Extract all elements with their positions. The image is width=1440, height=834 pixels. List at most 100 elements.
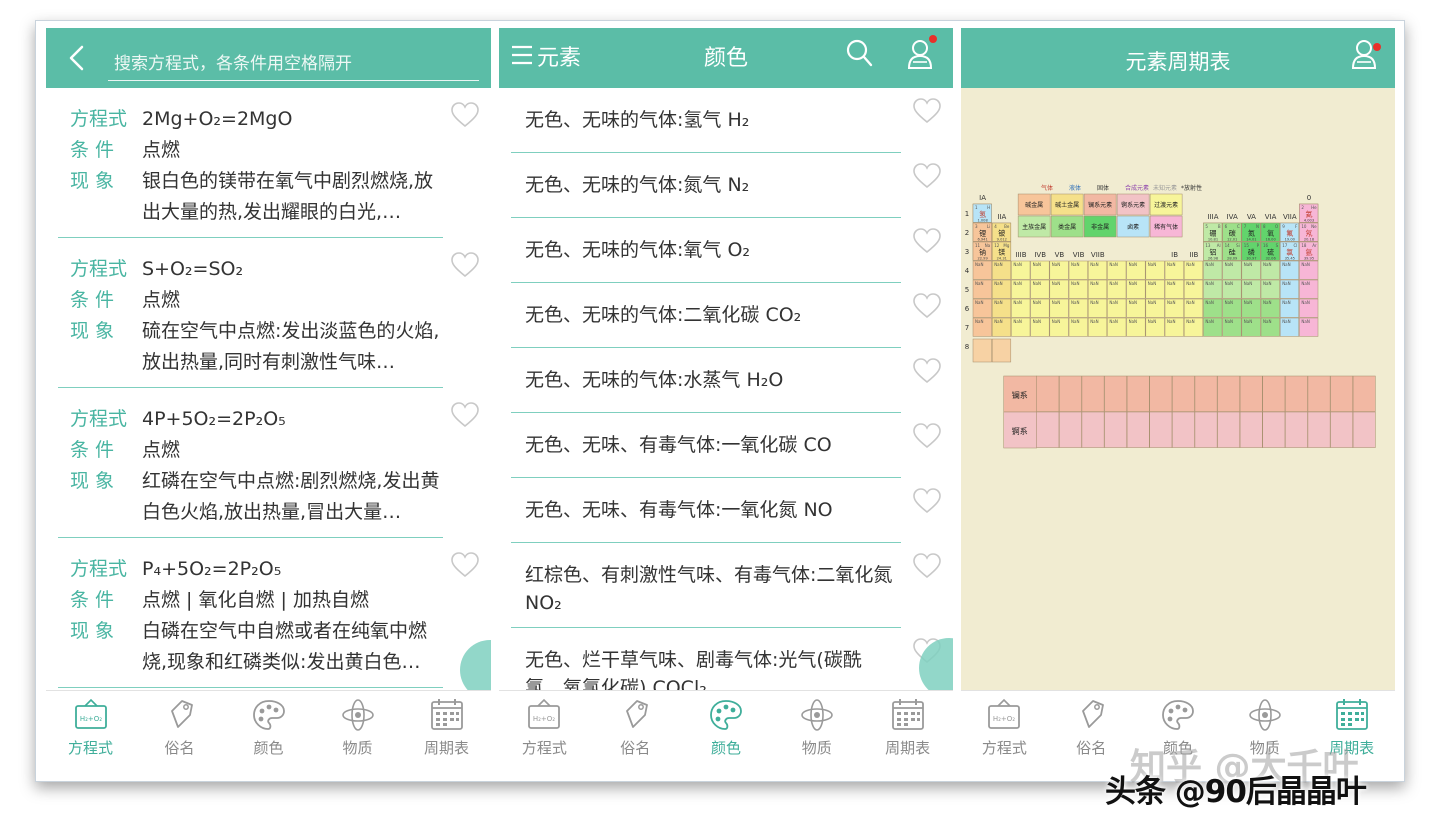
list-item[interactable]: 方程式 P₄+5O₂=2P₂O₅ 条 件 点燃 | 氧化自燃 | 加热自燃现 象 白磷在…: [46, 538, 491, 688]
element-cell[interactable]: [1352, 375, 1376, 412]
element-number: NaN: [1090, 281, 1098, 286]
favorite-heart-icon[interactable]: [913, 553, 941, 579]
element-cell[interactable]: [1262, 411, 1286, 448]
element-cell[interactable]: [1307, 411, 1331, 448]
tab-periodic-table[interactable]: 周期表: [402, 691, 491, 770]
list-item[interactable]: 方程式 4P+5O₂=2P₂O₅ 条 件 点燃现 象 红磷在空气中点燃:剧烈燃烧,发出黄…: [46, 388, 491, 538]
element-number: NaN: [1244, 281, 1252, 286]
group-label: VIIA: [1283, 213, 1297, 221]
element-number: NaN: [1109, 262, 1117, 267]
back-arrow-icon[interactable]: [66, 44, 88, 72]
tab-common-name[interactable]: 俗名: [590, 691, 681, 770]
element-number: NaN: [1167, 300, 1175, 305]
element-name: 氢: [979, 210, 986, 219]
element-cell[interactable]: [1217, 411, 1240, 448]
element-cell[interactable]: [991, 338, 1012, 363]
list-item[interactable]: 无色、无味的气体:二氧化碳 CO₂: [499, 283, 953, 348]
favorite-heart-icon[interactable]: [913, 228, 941, 254]
element-cell[interactable]: [1149, 411, 1173, 448]
favorite-heart-icon[interactable]: [913, 163, 941, 189]
color-panel: 元素 颜色 无色、无味的气体:氢气 H₂ 无色、无味的气体:氮气 N₂ 无色、无味的…: [499, 28, 953, 770]
element-cell[interactable]: [1285, 375, 1308, 412]
element-cell[interactable]: [1172, 375, 1195, 412]
element-cell[interactable]: [972, 338, 992, 363]
element-cell[interactable]: [1307, 375, 1331, 412]
element-cell[interactable]: [1104, 411, 1127, 448]
list-item[interactable]: 无色、无味的气体:氢气 H₂: [499, 88, 953, 153]
user-icon[interactable]: [905, 38, 935, 70]
favorite-heart-icon[interactable]: [913, 423, 941, 449]
list-item[interactable]: 方程式 S+O₂=SO₂ 条 件 点燃现 象 硫在空气中点燃:发出淡蓝色的火焰,放出热量…: [46, 238, 491, 388]
element-cell[interactable]: [1059, 411, 1082, 448]
tab-bar: H₂+O₂ 方程式 俗名 颜色 物质 周期表: [46, 690, 491, 770]
periodic-table-tab-icon: [890, 697, 926, 733]
list-item[interactable]: 无色、无味的气体:氮气 N₂: [499, 153, 953, 218]
favorite-heart-icon[interactable]: [913, 358, 941, 384]
list-item[interactable]: 无色、无味、有毒气体:一氧化碳 CO: [499, 413, 953, 478]
element-number: NaN: [1109, 319, 1117, 324]
element-number: NaN: [1167, 262, 1175, 267]
element-cell[interactable]: [1126, 411, 1150, 448]
periodic-table-tab-icon: [1334, 697, 1370, 733]
element-cell[interactable]: [1104, 375, 1127, 412]
list-item[interactable]: 无色、无味的气体:氧气 O₂: [499, 218, 953, 283]
list-item[interactable]: 无色、无味、有毒气体:一氧化氮 NO: [499, 478, 953, 543]
tab-periodic-table[interactable]: 周期表: [862, 691, 953, 770]
element-cell[interactable]: [1352, 411, 1376, 448]
favorite-heart-icon[interactable]: [451, 552, 479, 578]
element-cell[interactable]: [1036, 411, 1060, 448]
tab-color[interactable]: 颜色: [681, 691, 772, 770]
common-name-tab-icon: [617, 697, 653, 733]
element-number: NaN: [1052, 300, 1060, 305]
favorite-heart-icon[interactable]: [913, 488, 941, 514]
favorite-heart-icon[interactable]: [913, 293, 941, 319]
favorite-heart-icon[interactable]: [451, 402, 479, 428]
search-icon[interactable]: [845, 38, 873, 68]
tab-substance[interactable]: 物质: [771, 691, 862, 770]
element-number: NaN: [1013, 262, 1021, 267]
list-item[interactable]: 无色、无味的气体:水蒸气 H₂O: [499, 348, 953, 413]
search-input[interactable]: 搜索方程式，各条件用空格隔开: [114, 49, 352, 74]
element-cell[interactable]: [1217, 375, 1240, 412]
element-cell[interactable]: [1330, 411, 1353, 448]
tab-equation[interactable]: H₂+O₂ 方程式: [961, 691, 1048, 770]
element-cell[interactable]: [1081, 375, 1105, 412]
element-cell[interactable]: [1194, 375, 1218, 412]
element-number: NaN: [1148, 281, 1156, 286]
state-legend-label: 未知元素: [1153, 184, 1177, 192]
element-cell[interactable]: [1239, 375, 1263, 412]
element-symbol: C: [1237, 224, 1240, 229]
period-label: 1: [965, 210, 969, 218]
favorite-heart-icon[interactable]: [451, 252, 479, 278]
element-cell[interactable]: [1285, 411, 1308, 448]
tab-common-name[interactable]: 俗名: [1048, 691, 1135, 770]
element-cell[interactable]: [1126, 375, 1150, 412]
element-number: NaN: [1244, 262, 1252, 267]
list-item[interactable]: 红棕色、有刺激性气味、有毒气体:二氧化氮 NO₂: [499, 543, 953, 628]
category-legend-label: 卤素: [1127, 223, 1139, 231]
element-number: NaN: [1186, 300, 1194, 305]
element-cell[interactable]: [1081, 411, 1105, 448]
element-cell[interactable]: [1330, 375, 1353, 412]
element-cell[interactable]: [1262, 375, 1286, 412]
favorite-heart-icon[interactable]: [913, 98, 941, 124]
element-cell[interactable]: [1149, 375, 1173, 412]
element-cell[interactable]: [1059, 375, 1082, 412]
tab-color[interactable]: 颜色: [224, 691, 313, 770]
list-item[interactable]: 方程式 2Mg+O₂=2MgO 条 件 点燃现 象 银白色的镁带在氧气中剧烈燃烧,放出大…: [46, 88, 491, 238]
element-name: 氩: [1306, 248, 1313, 257]
tab-common-name[interactable]: 俗名: [135, 691, 224, 770]
element-cell[interactable]: [1194, 411, 1218, 448]
tab-equation[interactable]: H₂+O₂ 方程式: [499, 691, 590, 770]
element-cell[interactable]: [1172, 411, 1195, 448]
element-number: NaN: [1225, 319, 1233, 324]
tab-equation[interactable]: H₂+O₂ 方程式: [46, 691, 135, 770]
svg-text:H₂+O₂: H₂+O₂: [993, 715, 1015, 723]
element-cell[interactable]: [1036, 375, 1060, 412]
element-number: NaN: [975, 262, 983, 267]
periodic-table[interactable]: NaN NaN NaN NaN NaN NaN NaN NaN NaN NaN NaN NaN NaN N…: [961, 88, 1395, 690]
period-label: 2: [965, 229, 969, 237]
element-cell[interactable]: [1239, 411, 1263, 448]
tab-substance[interactable]: 物质: [313, 691, 402, 770]
favorite-heart-icon[interactable]: [451, 102, 479, 128]
